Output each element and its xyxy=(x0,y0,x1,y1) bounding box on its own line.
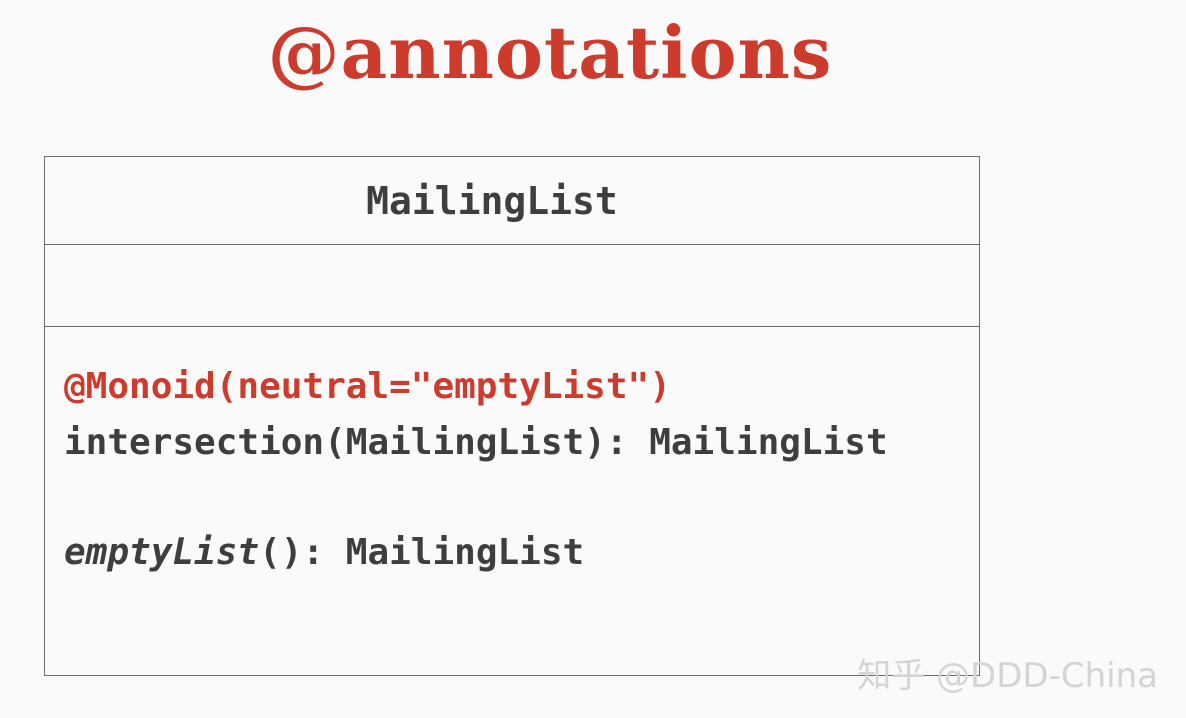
operation-intersection: intersection(MailingList): MailingList xyxy=(64,422,888,463)
watermark: 知乎 @DDD-China xyxy=(857,656,1158,696)
operation-signature: (MailingList): MailingList xyxy=(324,422,888,463)
diagram-canvas: @annotations MailingList @Monoid(neutral… xyxy=(0,0,1186,718)
page-title: @annotations xyxy=(267,10,833,95)
monoid-annotation: @Monoid(neutral="emptyList") xyxy=(64,366,671,407)
uml-class-box: MailingList xyxy=(44,156,980,676)
operation-name: emptyList xyxy=(64,532,260,573)
uml-class-name: MailingList xyxy=(45,157,979,245)
operation-signature: (): MailingList xyxy=(259,532,585,573)
operation-name: intersection xyxy=(64,422,325,463)
uml-attributes-compartment xyxy=(45,245,979,327)
operation-emptylist: emptyList(): MailingList xyxy=(64,532,584,573)
